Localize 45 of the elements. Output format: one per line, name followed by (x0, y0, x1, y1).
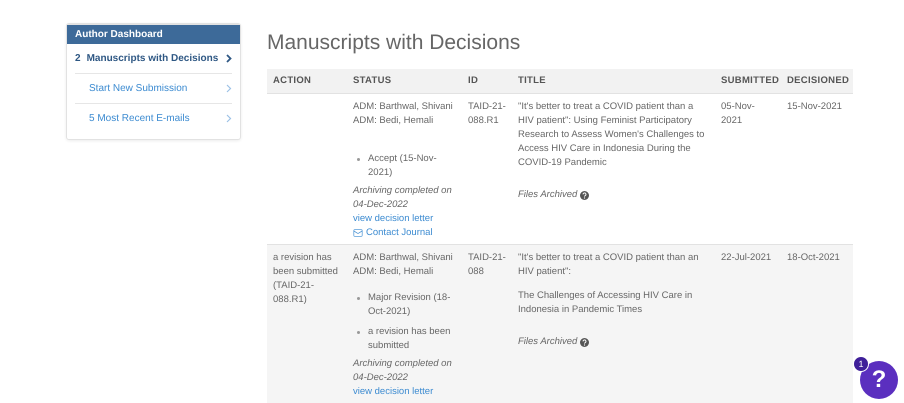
decisioned-date: 15-Nov-2021 (787, 100, 843, 114)
reviewer-name: ADM: Barthwal, Shivani (353, 251, 454, 265)
submitted-date: 22-Jul-2021 (721, 251, 772, 265)
mail-icon (353, 228, 363, 238)
manuscript-id: TAID-21-088 (468, 251, 506, 279)
decision-status: Major Revision (18-Oct-2021) (368, 291, 452, 319)
manuscript-id: TAID-21-088.R1 (468, 100, 506, 128)
column-header: SUBMITTED (715, 69, 781, 94)
notification-badge: 1 (853, 356, 869, 372)
decision-status: a revision has been submitted (368, 325, 452, 353)
archive-note: Archiving completed on 04-Dec-2022 (353, 184, 453, 212)
sidebar-title: Author Dashboard (67, 24, 240, 44)
column-header: DECISIONED (781, 69, 853, 94)
bullet-icon (357, 297, 360, 300)
chevron-right-icon (226, 54, 232, 63)
contact-journal-link[interactable]: Contact Journal (353, 226, 456, 240)
bullet-icon (357, 331, 360, 334)
manuscript-title: The Challenges of Accessing HIV Care in Indonesia in Pandemic Times (518, 289, 694, 317)
sidebar-item[interactable]: 2 Manuscripts with Decisions (75, 44, 232, 74)
files-archived-label: Files Archived (518, 188, 578, 202)
archive-note: Archiving completed on 04-Dec-2022 (353, 357, 453, 385)
decision-letter-link[interactable]: view decision letter (353, 212, 456, 226)
decision-letter-link[interactable]: view decision letter (353, 385, 456, 399)
chevron-right-icon (226, 114, 232, 123)
reviewer-name: ADM: Bedi, Hemali (353, 114, 434, 128)
decision-status: Accept (15-Nov-2021) (368, 152, 438, 180)
decisioned-date: 18-Oct-2021 (787, 251, 841, 265)
column-header: TITLE (512, 69, 715, 94)
column-header: ID (462, 69, 512, 94)
submitted-date: 05-Nov-2021 (721, 100, 756, 128)
chevron-right-icon (226, 84, 232, 93)
manuscript-title: "It's better to treat a COVID patient than a HIV patient": Using Feminist Participatory Research to Assess Women's Challenges to Access HIV Care in Indonesia During the COVID-19 Pandemic (518, 100, 706, 170)
files-archived-label: Files Archived (518, 335, 578, 349)
help-icon[interactable] (580, 190, 590, 200)
bullet-icon (357, 158, 360, 161)
manuscript-title: "It's better to treat a COVID patient than an HIV patient": (518, 251, 700, 279)
sidebar-item[interactable]: Start New Submission (75, 74, 232, 104)
column-header: ACTION (267, 69, 347, 94)
reviewer-name: ADM: Bedi, Hemali (353, 265, 434, 279)
action-text: a revision has been submitted (TAID-21-088.R1) (273, 251, 339, 307)
reviewer-name: ADM: Barthwal, Shivani (353, 100, 454, 114)
page-title: Manuscripts with Decisions (267, 31, 522, 55)
sidebar-item[interactable]: 5 Most Recent E-mails (75, 104, 232, 133)
help-icon[interactable] (580, 338, 590, 346)
column-header: STATUS (347, 69, 462, 94)
